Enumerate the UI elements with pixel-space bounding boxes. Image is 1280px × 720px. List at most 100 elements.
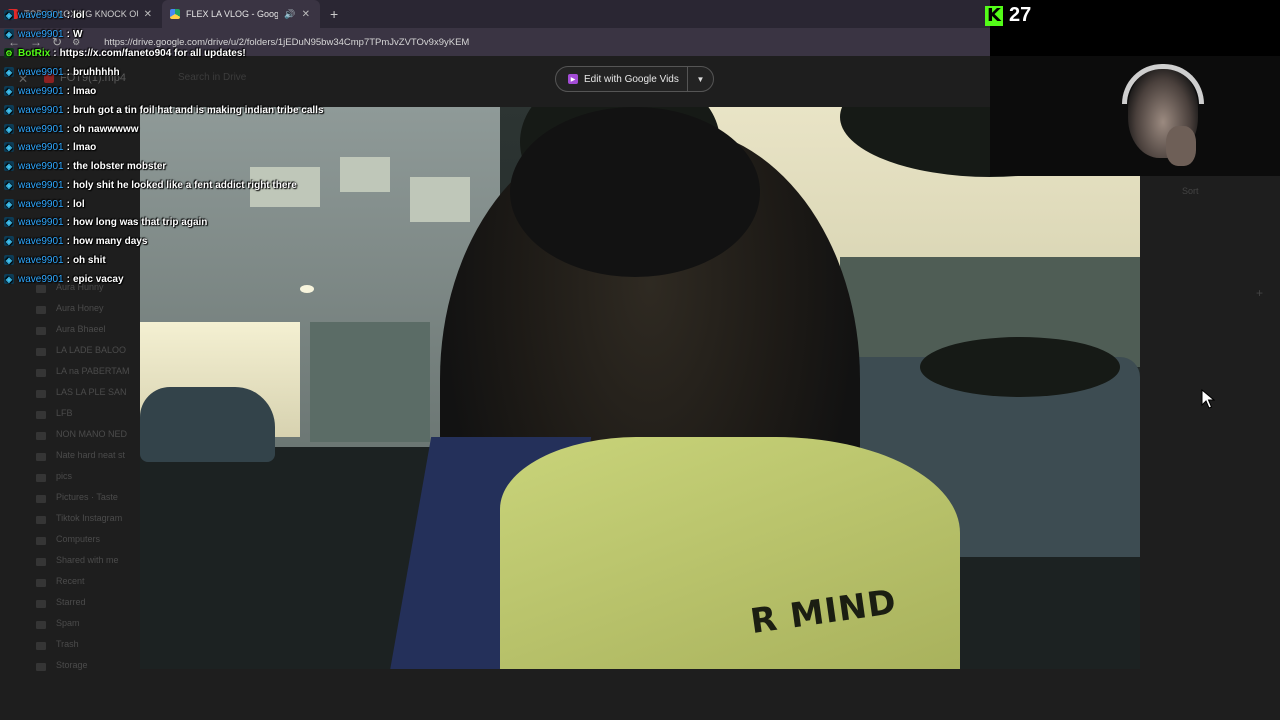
glitch-badge-icon: ◈ (4, 10, 14, 20)
chat-message: ◈ wave9901: lol (4, 195, 85, 213)
sidebar-item[interactable]: LA LADE BALOO (56, 345, 126, 355)
add-icon[interactable]: + (1256, 286, 1263, 300)
speaker-icon[interactable]: 🔊 (284, 9, 295, 20)
chat-username[interactable]: wave9901 (18, 217, 64, 228)
chat-username[interactable]: wave9901 (18, 105, 64, 116)
folder-icon (36, 411, 46, 419)
chat-text: lol (72, 9, 85, 21)
edit-with-vids-label: Edit with Google Vids (584, 73, 679, 85)
chat-message: ⚙ BotRix: https://x.com/faneto904 for all … (4, 44, 246, 62)
chat-message: ◈ wave9901: epic vacay (4, 270, 124, 288)
browser-tab-bar: TOP 10 BOXING KNOCK OUTS | ✕ FLEX LA VLO… (0, 0, 990, 28)
chat-separator: : (66, 85, 70, 97)
edit-with-vids-main[interactable]: ▶ Edit with Google Vids (556, 67, 688, 91)
sidebar-item[interactable]: Tiktok Instagram (56, 513, 122, 523)
close-tab-icon[interactable]: ✕ (302, 9, 310, 20)
sidebar-item[interactable]: Storage (56, 660, 88, 670)
folder-icon (36, 516, 46, 524)
chat-text: lmao (72, 141, 97, 153)
chat-separator: : (66, 9, 70, 21)
chat-separator: : (66, 141, 70, 153)
chat-separator: : (66, 104, 70, 116)
chat-separator: : (66, 179, 70, 191)
new-tab-button[interactable]: + (320, 6, 348, 22)
folder-icon (36, 306, 46, 314)
chat-username[interactable]: wave9901 (18, 29, 64, 40)
sidebar-item[interactable]: Aura Honey (56, 303, 104, 313)
sidebar-item[interactable]: Aura Bhaeel (56, 324, 106, 334)
chat-message: ◈ wave9901: how long was that trip again (4, 213, 207, 231)
sidebar-item[interactable]: LFB (56, 408, 73, 418)
kick-viewer-count: K 27 (985, 4, 1031, 27)
glitch-badge-icon: ◈ (4, 217, 14, 227)
close-tab-icon[interactable]: ✕ (144, 9, 152, 20)
sidebar-item[interactable]: Trash (56, 639, 79, 649)
chat-text: https://x.com/faneto904 for all updates! (59, 47, 246, 59)
folder-icon (36, 600, 46, 608)
sidebar-item[interactable]: Recent (56, 576, 85, 586)
chevron-down-icon[interactable]: ▼ (688, 75, 713, 84)
chat-message: ◈ wave9901: bruhhhhh (4, 63, 120, 81)
chat-username[interactable]: wave9901 (18, 67, 64, 78)
chat-username[interactable]: wave9901 (18, 274, 64, 285)
edit-with-google-vids-button[interactable]: ▶ Edit with Google Vids ▼ (555, 66, 714, 92)
chat-text: W (72, 28, 83, 40)
chat-username[interactable]: wave9901 (18, 86, 64, 97)
chat-message: ◈ wave9901: oh shit (4, 251, 106, 269)
chat-separator: : (66, 273, 70, 285)
chat-separator: : (66, 254, 70, 266)
chat-username[interactable]: BotRix (18, 48, 50, 59)
chat-message: ◈ wave9901: the lobster mobster (4, 157, 166, 175)
glitch-badge-icon: ◈ (4, 180, 14, 190)
chat-username[interactable]: wave9901 (18, 199, 64, 210)
chat-username[interactable]: wave9901 (18, 10, 64, 21)
google-vids-icon: ▶ (568, 74, 578, 84)
chat-username[interactable]: wave9901 (18, 142, 64, 153)
chat-separator: : (66, 160, 70, 172)
folder-icon (36, 453, 46, 461)
video-car-left (140, 387, 275, 462)
glitch-badge-icon: ◈ (4, 199, 14, 209)
chat-username[interactable]: wave9901 (18, 180, 64, 191)
chat-text: bruhhhhh (72, 66, 120, 78)
chat-separator: : (66, 235, 70, 247)
chat-separator: : (66, 66, 70, 78)
chat-username[interactable]: wave9901 (18, 236, 64, 247)
sidebar-item[interactable]: Nate hard neat st (56, 450, 125, 460)
sidebar-item[interactable]: Computers (56, 534, 100, 544)
sidebar-item[interactable]: LA na PABERTAM (56, 366, 130, 376)
folder-icon (36, 537, 46, 545)
glitch-badge-icon: ◈ (4, 255, 14, 265)
video-shirt (500, 437, 960, 669)
sidebar-item[interactable]: Shared with me (56, 555, 119, 565)
folder-icon (36, 432, 46, 440)
sidebar-item[interactable]: Starred (56, 597, 86, 607)
chat-message: ◈ wave9901: holy shit he looked like a fen… (4, 176, 297, 194)
bot-badge-icon: ⚙ (4, 48, 14, 58)
video-light (300, 285, 314, 293)
folder-icon (36, 558, 46, 566)
chat-username[interactable]: wave9901 (18, 161, 64, 172)
sidebar-item[interactable]: LAS LA PLE SAN (56, 387, 127, 397)
chat-text: the lobster mobster (72, 160, 167, 172)
sort-button[interactable]: Sort (1182, 186, 1199, 196)
folder-icon (36, 369, 46, 377)
sidebar-item[interactable]: Pictures · Taste (56, 492, 118, 502)
chat-username[interactable]: wave9901 (18, 124, 64, 135)
chat-text: oh shit (72, 254, 106, 266)
chat-text: lol (72, 198, 85, 210)
chat-text: oh nawwwww (72, 123, 139, 135)
chat-text: epic vacay (72, 273, 124, 285)
sidebar-item[interactable]: Spam (56, 618, 80, 628)
tab-google-drive[interactable]: FLEX LA VLOG - Google Dri 🔊 ✕ (162, 0, 320, 28)
webcam-hand (1166, 126, 1196, 166)
glitch-badge-icon: ◈ (4, 67, 14, 77)
sidebar-item[interactable]: pics (56, 471, 72, 481)
chat-username[interactable]: wave9901 (18, 255, 64, 266)
drive-search[interactable]: Search in Drive (178, 72, 246, 83)
video-storefront-door (310, 322, 430, 442)
folder-icon (36, 663, 46, 671)
kick-overlay-bg (990, 0, 1280, 56)
sidebar-item[interactable]: NON MANO NED (56, 429, 127, 439)
glitch-badge-icon: ◈ (4, 86, 14, 96)
